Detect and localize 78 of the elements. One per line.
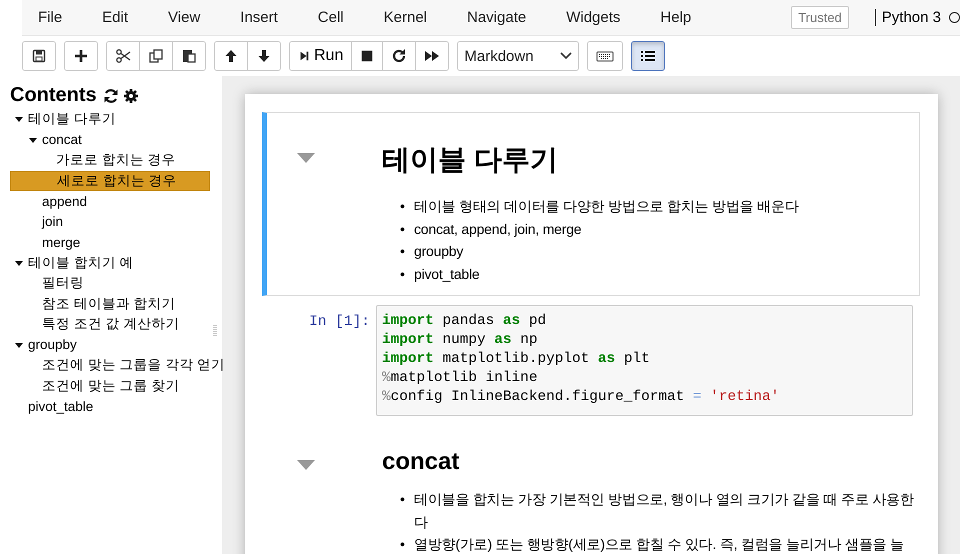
resize-handle[interactable] — [213, 325, 217, 337]
toc-item[interactable]: 테이블 다루기 — [10, 109, 210, 130]
toc-title: Contents — [10, 84, 97, 107]
save-icon — [31, 48, 47, 64]
settings-icon — [122, 88, 139, 104]
toc-item[interactable]: 참조 테이블과 합치기 — [10, 294, 210, 314]
menu-item[interactable]: Kernel — [372, 9, 443, 26]
copy-icon — [148, 48, 164, 64]
restart-button[interactable] — [382, 41, 416, 71]
menu-item[interactable]: Edit — [90, 9, 144, 26]
bullet-marker: • — [400, 535, 406, 554]
bullet-marker: • — [400, 490, 406, 509]
plus-icon — [73, 48, 89, 64]
bullet-text: 테이블을 합치는 가장 기본적인 방법으로, 행이나 열의 크기가 같을 때 주로 사용한다 — [414, 490, 915, 532]
caret-icon[interactable] — [14, 114, 24, 124]
refresh-icon — [102, 88, 119, 104]
paste-icon — [181, 48, 197, 64]
toc-item[interactable]: append — [10, 191, 210, 212]
bullet-marker: • — [400, 242, 406, 261]
up-arrow-icon — [223, 48, 239, 64]
stop-icon — [360, 49, 374, 63]
run-button[interactable]: Run — [289, 41, 352, 71]
markdown-cell[interactable]: concat • 테이블을 합치는 가장 기본적인 방법으로, 행이나 열의 크기가 같을 때 주로 사용한다 • 열방향(가로) 또는 행방향(세로)으로 합칠 수 있다. 즉, 컬럼을 늘리거나 샘플을 늘 — [262, 431, 920, 554]
bullet-text: groupby — [414, 242, 464, 261]
bullet-marker: • — [400, 197, 406, 216]
menu-item[interactable]: Widgets — [554, 9, 636, 26]
cell-heading: 테이블 다루기 — [382, 143, 559, 177]
bullet-marker: • — [400, 220, 406, 238]
scissors-icon — [115, 48, 131, 64]
toc-item[interactable]: groupby — [10, 334, 210, 355]
bullet-text: concat, append, join, merge — [414, 220, 582, 239]
toc-item[interactable]: 특정 조건 값 계산하기 — [10, 314, 210, 334]
down-button[interactable] — [247, 41, 281, 71]
menu-item[interactable]: Insert — [228, 9, 294, 26]
add-button[interactable] — [64, 41, 98, 71]
copy-button[interactable] — [139, 41, 173, 71]
keyboard-button[interactable] — [587, 41, 624, 71]
bullet-text: pivot_table — [414, 264, 481, 284]
toc-item[interactable]: pivot_table — [10, 396, 210, 416]
menu-item[interactable]: Cell — [306, 9, 360, 26]
toc-item[interactable]: merge — [10, 232, 210, 252]
collapse-caret-icon[interactable] — [297, 460, 315, 470]
bullet-text: 테이블 형태의 데이터를 다양한 방법으로 합치는 방법을 배운다 — [414, 197, 799, 216]
code-editor[interactable]: import pandas as pd import numpy as np import matplotlib.pyplot as plt %matplotlib inline %config InlineBackend.figure_format = 'retina' — [376, 305, 913, 416]
menu-item[interactable]: Help — [648, 9, 708, 26]
save-button[interactable] — [22, 41, 56, 71]
up-button[interactable] — [214, 41, 248, 71]
toc-item[interactable]: 세로로 합치는 경우 — [10, 170, 210, 191]
markdown-cell[interactable]: 테이블 다루기 • 테이블 형태의 데이터를 다양한 방법으로 합치는 방법을 배운다 • concat, append, join, merge • groupby • pivot_table — [262, 112, 920, 296]
bullet-marker: • — [400, 264, 406, 284]
collapse-caret-icon[interactable] — [297, 153, 315, 163]
list-icon — [640, 49, 656, 63]
toc-item[interactable]: 필터링 — [10, 273, 210, 294]
bullet-text: 열방향(가로) 또는 행방향(세로)으로 합칠 수 있다. 즉, 컬럼을 늘리거나 샘플을 늘 — [414, 535, 905, 554]
toc-item[interactable]: 테이블 합치기 예 — [10, 252, 210, 273]
menu-item[interactable]: File — [26, 9, 78, 26]
down-arrow-icon — [256, 48, 272, 64]
toc-button[interactable] — [631, 41, 666, 71]
toc-item[interactable]: 조건에 맞는 그룹을 각각 얻기 — [10, 355, 226, 376]
toc-item[interactable]: 가로로 합치는 경우 — [10, 150, 210, 170]
cell-heading: concat — [382, 448, 460, 476]
restart-icon — [391, 48, 408, 64]
input-prompt: In [1]: — [308, 313, 371, 332]
fast-forward-icon — [424, 48, 440, 64]
menu-item[interactable]: Navigate — [455, 9, 542, 26]
cut-button[interactable] — [106, 41, 140, 71]
paste-button[interactable] — [172, 41, 206, 71]
stop-button[interactable] — [351, 41, 384, 71]
toc-item[interactable]: concat — [10, 130, 210, 150]
cell-type-dropdown[interactable]: Markdown — [457, 41, 580, 71]
toc-item[interactable]: join — [10, 212, 210, 232]
chevron-icon — [560, 52, 572, 60]
toc-item[interactable]: 조건에 맞는 그룹 찾기 — [10, 376, 210, 396]
menu-item[interactable]: View — [156, 9, 216, 26]
trusted-indicator[interactable]: Trusted — [791, 6, 849, 29]
kernel-idle-icon — [949, 12, 960, 23]
fastforward-button[interactable] — [415, 41, 450, 71]
kernel-name[interactable]: Python 3 — [874, 9, 941, 26]
